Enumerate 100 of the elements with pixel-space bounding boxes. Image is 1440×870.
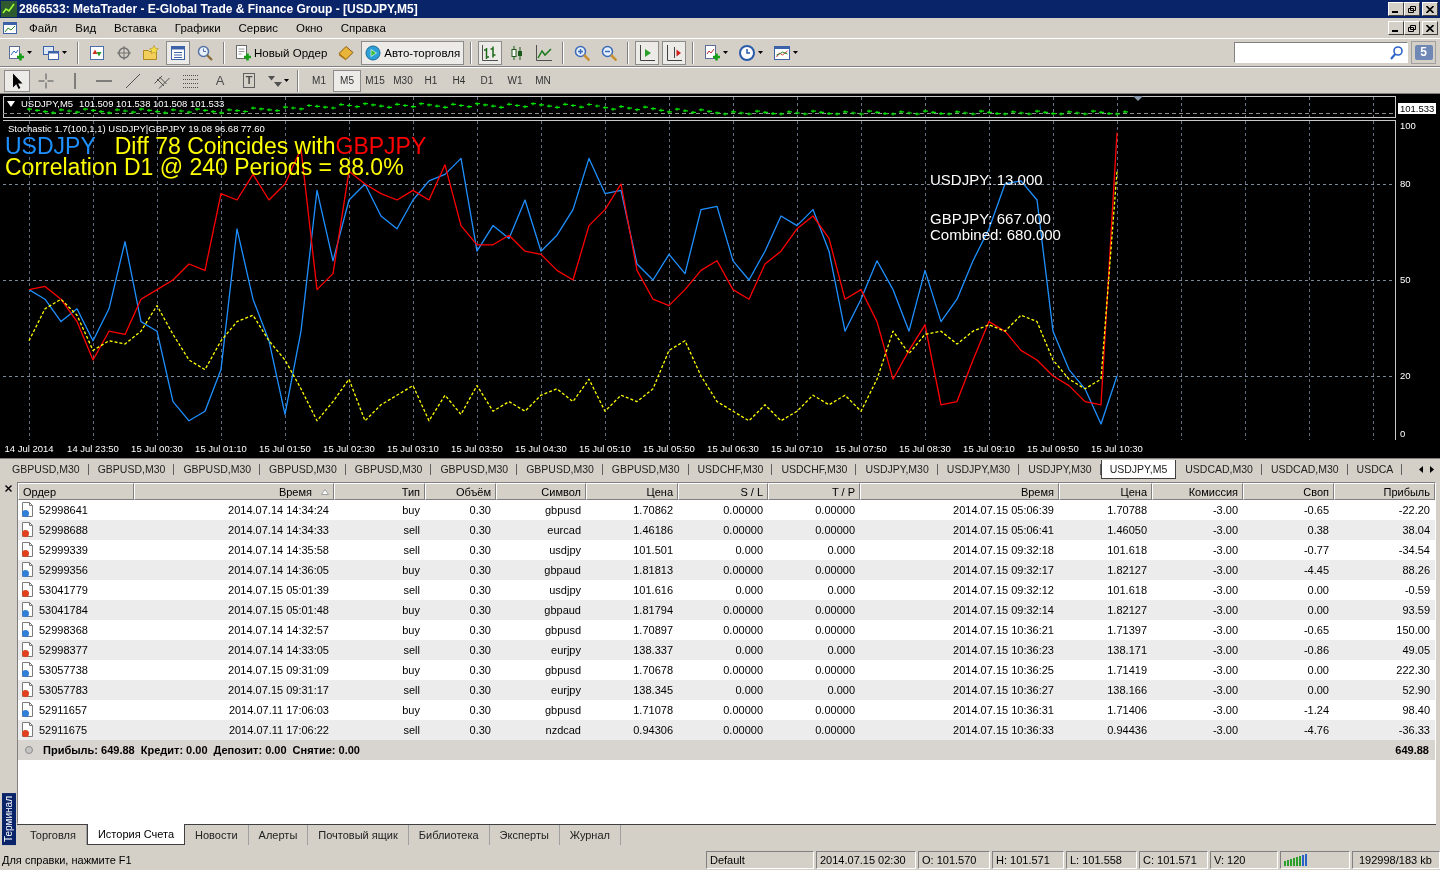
panel-tab[interactable]: Алерты [248,825,309,845]
order-number: 52998688 [39,524,88,536]
close-button[interactable] [1422,2,1438,16]
chart-tab[interactable]: USDJPY,M30 [856,460,938,479]
chart-tab[interactable]: USDCAD,M30 [1261,460,1348,479]
column-header[interactable]: Комиссия [1152,483,1243,500]
table-cell-text: 0.00 [1306,663,1330,678]
column-header[interactable]: Прибыль [1334,483,1435,500]
table-cell-text: 2014.07.15 09:32:17 [952,563,1055,578]
header-label: Прибыль [1383,485,1430,498]
column-header[interactable]: Тип [334,483,425,500]
timeframe-button[interactable]: M30 [389,69,417,92]
menu-item[interactable]: Сервис [229,19,287,37]
menu-item[interactable]: Файл [20,19,67,37]
column-header[interactable]: S / L [678,483,768,500]
timeframe-button[interactable]: H1 [417,69,445,92]
menu-item[interactable]: Графики [165,19,230,37]
column-header[interactable]: Символ [496,483,586,500]
table-cell-text: 0.00000 [722,523,764,538]
chart-tab[interactable]: USDJPY,M5 [1100,460,1177,479]
minimize-button[interactable] [1388,2,1404,16]
table-cell-text: -0.86 [1302,643,1330,658]
menu-item[interactable]: Вид [66,19,106,37]
headline-text: USDJPY [5,135,96,157]
panel-tab[interactable]: Почтовый ящик [308,825,409,845]
close-icon[interactable] [5,485,12,492]
toolbar-icon-button[interactable] [478,40,503,65]
table-cell-text: -3.00 [1211,543,1239,558]
column-header[interactable]: Объём [425,483,496,500]
minimize-button[interactable] [1388,21,1404,35]
menu-item[interactable]: Вставка [105,19,166,37]
column-header[interactable]: Цена [1059,483,1152,500]
chart-tab[interactable]: GBPUSD,M30 [431,460,518,479]
table-cell-text: -0.65 [1302,503,1330,518]
chart-window-icon[interactable] [2,20,18,36]
scroll-right-icon[interactable] [1430,466,1434,473]
table-cell-text: 138.166 [1106,683,1148,698]
axis-label: 15 Jul 01:10 [195,443,247,454]
close-button[interactable] [1422,21,1438,35]
chart-tab[interactable]: USDJPY,M30 [937,460,1020,479]
app-logo-icon [1,1,17,17]
table-cell-text: 0.00000 [814,663,856,678]
restore-button[interactable] [1404,2,1420,16]
panel-tab[interactable]: История Счета [86,824,185,845]
toolbar-icon-button[interactable] [662,40,687,65]
chart-tab[interactable]: GBPUSD,M30 [174,460,261,479]
restore-button[interactable] [1404,21,1420,35]
panel-tab[interactable]: Библиотека [408,825,490,845]
timeframe-button[interactable]: M5 [333,69,361,92]
table-cell-text: 49.05 [1401,643,1431,658]
axis-label: 15 Jul 03:10 [387,443,439,454]
timeframe-button[interactable]: M15 [361,69,389,92]
axis-label: 15 Jul 07:50 [835,443,887,454]
close-icon [1426,5,1434,13]
chart-tab[interactable]: GBPUSD,M30 [345,460,432,479]
table-cell-text: 1.71406 [1106,703,1148,718]
chart-tab[interactable]: USDCAD,M30 [1176,460,1262,479]
panel-tab[interactable]: Эксперты [489,825,560,845]
axis-label: 50 [1400,274,1411,286]
chart-tab[interactable]: USDJPY,M30 [1019,460,1101,479]
table-cell-text: -3.00 [1211,563,1239,578]
chart-tab[interactable]: GBPUSD,M30 [3,460,89,479]
panel-tab[interactable]: Торговля [20,825,87,845]
chart-tab[interactable]: USDCA [1347,460,1403,479]
table-cell-text: -3.00 [1211,703,1239,718]
chart-tab[interactable]: GBPUSD,M30 [88,460,175,479]
text-tool-button[interactable]: A [207,69,233,92]
toolbar-button[interactable]: Новый Ордер [231,40,332,65]
column-header[interactable]: Ордер [18,483,134,500]
menu-item[interactable]: Окно [286,19,332,37]
column-header[interactable]: Своп [1243,483,1334,500]
panel-tab[interactable]: Журнал [559,825,621,845]
column-header[interactable]: Время [134,483,334,500]
drawing-tool-button[interactable] [4,69,30,92]
chart-tab[interactable]: GBPUSD,M30 [602,460,689,479]
table-cell-text: sell [402,523,421,538]
chart-tab[interactable]: USDCHF,M30 [772,460,857,479]
column-header[interactable]: Цена [586,483,678,500]
chart-tab[interactable]: GBPUSD,M30 [260,460,346,479]
column-header[interactable]: Время [860,483,1059,500]
chart-tab[interactable]: USDCHF,M30 [688,460,773,479]
timeframe-button[interactable]: D1 [473,69,501,92]
header-label: Объём [455,485,491,498]
timeframe-button[interactable]: M1 [305,69,333,92]
toolbar-icon-button[interactable] [166,40,190,65]
panel-tab[interactable]: Новости [185,825,249,845]
chart-tab[interactable]: GBPUSD,M30 [517,460,603,479]
panel-title: Терминал [1,792,16,845]
toolbar-button[interactable]: Авто-торговля [361,40,465,65]
scroll-left-icon[interactable] [1419,466,1423,473]
timeframe-button[interactable]: H4 [445,69,473,92]
timeframe-button[interactable]: W1 [501,69,529,92]
column-header[interactable]: T / P [768,483,860,500]
search-field[interactable] [1234,42,1408,63]
toolbar-icon-button[interactable] [635,40,660,65]
table-cell-text: -3.00 [1211,683,1239,698]
timeframe-button[interactable]: MN [529,69,557,92]
menu-item[interactable]: Справка [331,19,395,37]
text-tool-button[interactable]: T [236,69,262,92]
line-chart-icon [536,44,553,61]
